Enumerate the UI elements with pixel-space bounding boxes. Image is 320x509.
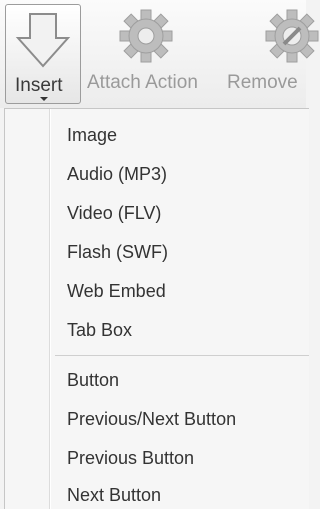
menu-item-audio-mp3[interactable]: Audio (MP3)	[67, 164, 167, 185]
down-arrow-icon	[14, 10, 72, 77]
attach-action-label: Attach Action	[87, 72, 198, 93]
gear-icon	[118, 8, 174, 69]
attach-action-button[interactable]: Attach Action	[86, 0, 218, 104]
insert-button[interactable]: Insert	[5, 4, 81, 104]
menu-item-image[interactable]: Image	[67, 125, 117, 146]
menu-item-tab-box[interactable]: Tab Box	[67, 320, 132, 341]
remove-button[interactable]: Remove	[226, 0, 319, 104]
menu-item-next-button[interactable]: Next Button	[67, 485, 161, 506]
menu-item-previous-next-button[interactable]: Previous/Next Button	[67, 409, 236, 430]
menu-item-flash-swf[interactable]: Flash (SWF)	[67, 242, 168, 263]
menu-item-web-embed[interactable]: Web Embed	[67, 281, 166, 302]
ribbon-toolbar: Insert Attach Action Remove	[0, 0, 319, 108]
menu-item-button[interactable]: Button	[67, 370, 119, 391]
insert-label: Insert	[15, 75, 63, 96]
insert-dropdown-menu: Image Audio (MP3) Video (FLV) Flash (SWF…	[4, 108, 309, 509]
menu-gutter-highlight	[50, 109, 51, 509]
menu-item-video-flv[interactable]: Video (FLV)	[67, 203, 161, 224]
remove-label: Remove	[227, 72, 298, 93]
gear-remove-icon	[264, 8, 320, 69]
menu-item-previous-button[interactable]: Previous Button	[67, 448, 194, 469]
chevron-down-icon	[40, 97, 48, 101]
menu-separator	[55, 355, 309, 356]
